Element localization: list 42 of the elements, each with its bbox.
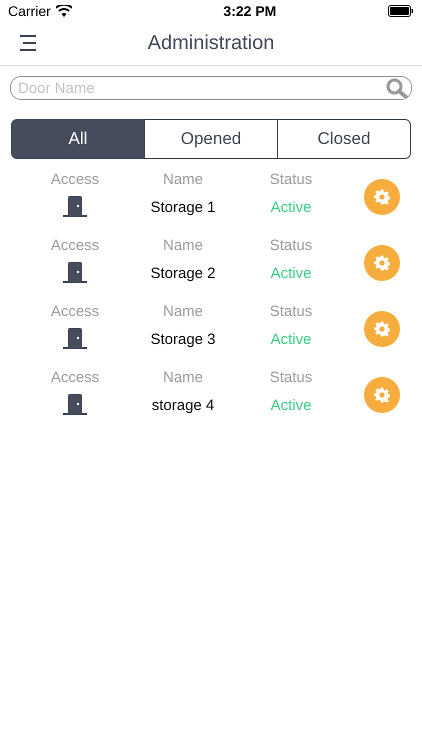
column-label: Status (270, 236, 312, 254)
carrier-label: Carrier (8, 3, 51, 19)
wifi-icon (56, 5, 72, 17)
settings-icon (374, 387, 390, 403)
column-label: Name (162, 368, 203, 386)
settings-icon (374, 255, 390, 271)
filter-tab[interactable]: All (11, 119, 145, 159)
page-title: Administration (148, 32, 274, 55)
settings-icon (374, 189, 390, 205)
filter-tab[interactable]: Opened (144, 119, 278, 159)
door-name: Storage 3 (150, 330, 216, 348)
filter-tab[interactable]: Closed (277, 119, 411, 159)
column-label: Status (270, 170, 312, 188)
clock-time: 3:22 PM (223, 3, 276, 19)
door-icon (62, 328, 88, 350)
settings-icon (374, 321, 390, 337)
settings-button[interactable] (364, 377, 400, 413)
column-label: Access (50, 302, 100, 320)
column-label: Name (162, 236, 203, 254)
column-label: Status (270, 368, 312, 386)
column-label: Name (162, 302, 203, 320)
door-status: Active (270, 264, 312, 282)
door-name: Storage 1 (150, 198, 216, 216)
door-name: Storage 2 (150, 264, 216, 282)
search-icon[interactable] (386, 78, 408, 98)
column-label: Status (270, 302, 312, 320)
column-label: Access (50, 368, 100, 386)
column-label: Name (162, 170, 203, 188)
door-status: Active (270, 396, 312, 414)
door-icon (62, 262, 88, 284)
column-label: Access (50, 170, 100, 188)
battery-icon (388, 5, 414, 17)
door-icon (62, 196, 88, 218)
settings-button[interactable] (364, 311, 400, 347)
search-field[interactable]: Door Name (10, 76, 412, 100)
column-label: Access (50, 236, 100, 254)
settings-button[interactable] (364, 245, 400, 281)
door-icon (62, 394, 88, 416)
door-name: storage 4 (152, 396, 214, 414)
settings-button[interactable] (364, 179, 400, 215)
door-status: Active (270, 198, 312, 216)
door-status: Active (270, 330, 312, 348)
